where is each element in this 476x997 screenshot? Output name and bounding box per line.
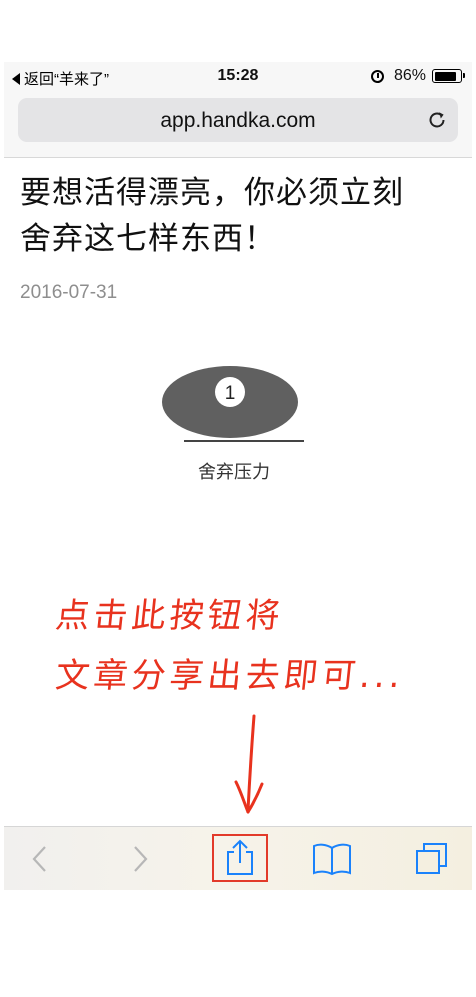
url-text: app.handka.com	[160, 109, 316, 132]
tabs-icon	[416, 843, 447, 874]
article-title: 要想活得漂亮，你必须立刻 舍弃这七样东西！	[20, 170, 460, 262]
forward-button[interactable]	[118, 837, 162, 881]
battery-icon	[432, 69, 465, 83]
share-button[interactable]	[212, 834, 268, 882]
article-title-line-1: 要想活得漂亮，你必须立刻	[20, 175, 404, 211]
illustration-label: 舍弃压力	[198, 462, 270, 483]
battery-level	[434, 71, 456, 81]
status-indicators: 86%	[370, 67, 465, 85]
annotation-line-1: 点击此按钮将	[53, 596, 286, 636]
illustration-graphic: 1	[162, 366, 304, 442]
alarm-icon	[370, 69, 384, 83]
illustration-badge: 1	[225, 383, 236, 404]
phone-screen: 返回“羊来了” 15:28 86% app.handka.com 要想活得漂亮，…	[4, 62, 472, 890]
book-icon	[313, 843, 351, 876]
down-arrow-icon	[234, 714, 264, 814]
battery-label: 86%	[393, 67, 426, 84]
chevron-left-icon	[32, 846, 46, 872]
browser-top-chrome: 返回“羊来了” 15:28 86% app.handka.com	[4, 62, 472, 158]
annotation-line-2: 文章分享出去即可...	[53, 656, 407, 696]
chevron-right-icon	[134, 846, 148, 872]
share-icon	[227, 839, 253, 875]
reload-icon[interactable]	[426, 109, 448, 131]
address-bar[interactable]: app.handka.com	[18, 98, 458, 142]
bookmarks-button[interactable]	[310, 837, 354, 881]
back-button[interactable]	[18, 837, 62, 881]
tabs-button[interactable]	[410, 837, 454, 881]
article-title-line-2: 舍弃这七样东西！	[20, 221, 276, 257]
article-date: 2016-07-31	[20, 282, 118, 303]
article-illustration: 1 舍弃压力	[154, 362, 314, 502]
browser-toolbar	[4, 826, 472, 890]
status-bar: 返回“羊来了” 15:28 86%	[4, 62, 472, 92]
